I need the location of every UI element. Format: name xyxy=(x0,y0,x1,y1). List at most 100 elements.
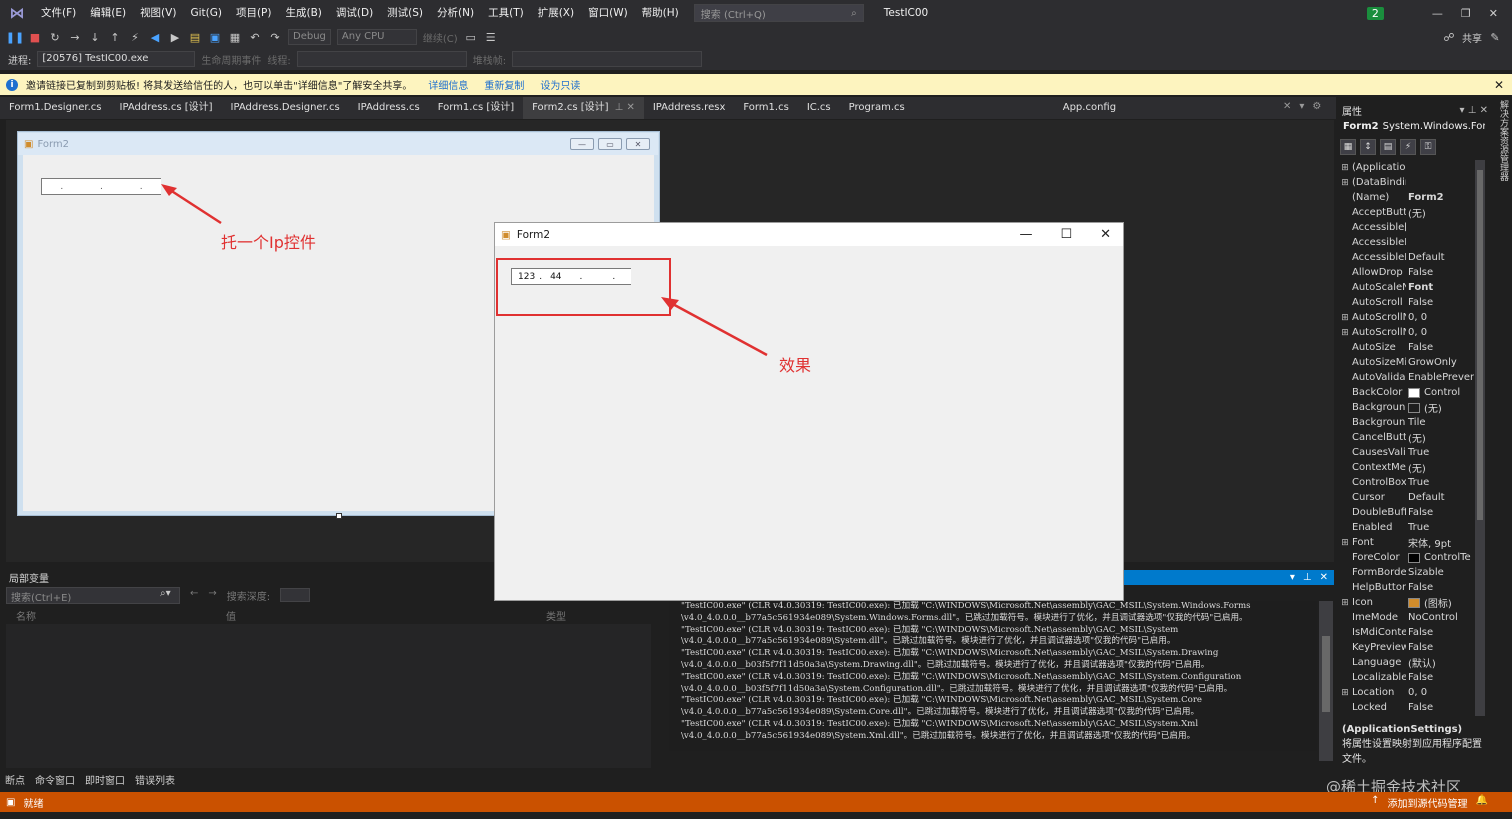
readonly-link[interactable]: 设为只读 xyxy=(540,77,580,92)
property-row[interactable]: ⊞ Icon (图标) xyxy=(1338,595,1474,610)
folder-icon[interactable]: ▭ xyxy=(464,30,478,44)
property-value[interactable]: Control xyxy=(1406,387,1474,398)
property-value[interactable]: False xyxy=(1406,627,1474,638)
expand-icon[interactable]: ⊞ xyxy=(1338,313,1352,323)
chevron-down-icon[interactable]: ▾ xyxy=(1299,101,1304,112)
property-value[interactable]: (无) xyxy=(1406,400,1474,415)
ip-address-control-design[interactable]: . . . xyxy=(41,178,161,195)
save-all-icon[interactable]: ▦ xyxy=(228,30,242,44)
property-value[interactable]: (无) xyxy=(1406,205,1474,220)
property-row[interactable]: AccessibleN xyxy=(1338,235,1474,250)
document-tab[interactable]: Form1.cs [设计] xyxy=(429,97,523,119)
property-value[interactable]: False xyxy=(1406,297,1474,308)
property-row[interactable]: ForeColor ControlTe xyxy=(1338,550,1474,565)
property-row[interactable]: AutoSizeMi GrowOnly xyxy=(1338,355,1474,370)
menu-item[interactable]: 编辑(E) xyxy=(83,0,133,26)
property-row[interactable]: IsMdiConte False xyxy=(1338,625,1474,640)
expand-icon[interactable]: ⊞ xyxy=(1338,328,1352,338)
property-value[interactable]: (图标) xyxy=(1406,595,1474,610)
expand-icon[interactable]: ⊞ xyxy=(1338,163,1352,173)
property-row[interactable]: ⊞ (Applicatio xyxy=(1338,160,1474,175)
close-icon[interactable]: ✕ xyxy=(1320,572,1328,583)
col-value[interactable]: 值 xyxy=(226,608,546,623)
property-row[interactable]: (Name) Form2 xyxy=(1338,190,1474,205)
property-value[interactable]: False xyxy=(1406,702,1474,713)
forward-icon[interactable]: ▶ xyxy=(168,30,182,44)
share-button[interactable]: 共享 xyxy=(1462,30,1482,45)
thread-select[interactable] xyxy=(296,51,467,67)
property-value[interactable]: 宋体, 9pt xyxy=(1406,535,1474,550)
property-row[interactable]: CausesVali True xyxy=(1338,445,1474,460)
property-value[interactable]: (默认) xyxy=(1406,655,1474,670)
property-value[interactable]: True xyxy=(1406,447,1474,458)
property-row[interactable]: HelpButton False xyxy=(1338,580,1474,595)
minimize-icon[interactable]: — xyxy=(1432,7,1443,20)
property-value[interactable]: False xyxy=(1406,267,1474,278)
property-value[interactable]: Default xyxy=(1406,252,1474,263)
properties-object-selector[interactable]: Form2 System.Windows.Forn xyxy=(1340,121,1485,137)
property-row[interactable]: AccessibleF Default xyxy=(1338,250,1474,265)
solution-explorer-tab[interactable]: 解决方案资源管理器 xyxy=(1492,100,1510,300)
close-icon[interactable]: ✕ xyxy=(1489,7,1498,20)
property-value[interactable]: 0, 0 xyxy=(1406,327,1474,338)
back-icon[interactable]: ← xyxy=(190,588,198,603)
categorized-icon[interactable]: ▦ xyxy=(1340,139,1356,155)
align-icon[interactable]: ☰ xyxy=(484,30,498,44)
recopy-link[interactable]: 重新复制 xyxy=(484,77,524,92)
undo-icon[interactable]: ↶ xyxy=(248,30,262,44)
property-row[interactable]: AutoValida EnablePrevent xyxy=(1338,370,1474,385)
property-value[interactable]: NoControl xyxy=(1406,612,1474,623)
document-tab[interactable]: IPAddress.cs xyxy=(349,97,429,119)
menu-item[interactable]: 文件(F) xyxy=(34,0,83,26)
property-value[interactable]: False xyxy=(1406,642,1474,653)
document-tab[interactable]: App.config xyxy=(1054,97,1125,119)
step-over-icon[interactable]: → xyxy=(68,30,82,44)
pin-icon[interactable]: ⊥ xyxy=(1303,572,1312,583)
search-box[interactable]: 搜索 (Ctrl+Q) ⌕ xyxy=(693,4,864,22)
close-icon[interactable]: ✕ xyxy=(1283,101,1291,112)
step-into-icon[interactable]: ↓ xyxy=(88,30,102,44)
menu-item[interactable]: 工具(T) xyxy=(481,0,531,26)
document-tab[interactable]: Form1.cs xyxy=(734,97,797,119)
property-value[interactable]: 0, 0 xyxy=(1406,687,1474,698)
property-value[interactable]: (无) xyxy=(1406,460,1474,475)
minimize-icon[interactable]: — xyxy=(1019,227,1032,242)
property-value[interactable]: GrowOnly xyxy=(1406,357,1474,368)
property-value[interactable]: False xyxy=(1406,507,1474,518)
platform-select[interactable]: Any CPU xyxy=(336,29,417,45)
document-tab[interactable]: Program.cs xyxy=(840,97,914,119)
menu-item[interactable]: 窗口(W) xyxy=(581,0,635,26)
maximize-icon[interactable]: ☐ xyxy=(1060,227,1072,242)
property-row[interactable]: ⊞ AutoScrollN 0, 0 xyxy=(1338,310,1474,325)
step-out-icon[interactable]: ↑ xyxy=(108,30,122,44)
property-row[interactable]: DoubleBuff False xyxy=(1338,505,1474,520)
col-name[interactable]: 名称 xyxy=(6,608,226,623)
property-row[interactable]: ⊞ (DataBindir xyxy=(1338,175,1474,190)
property-row[interactable]: Accessible[ xyxy=(1338,220,1474,235)
menu-item[interactable]: 视图(V) xyxy=(133,0,183,26)
document-tab[interactable]: IPAddress.Designer.cs xyxy=(222,97,349,119)
property-value[interactable]: False xyxy=(1406,342,1474,353)
process-select[interactable]: [20576] TestIC00.exe xyxy=(37,51,196,67)
expand-icon[interactable]: ⊞ xyxy=(1338,688,1352,698)
property-row[interactable]: AutoScroll False xyxy=(1338,295,1474,310)
locals-search-input[interactable]: 搜索(Ctrl+E) xyxy=(6,587,180,604)
property-value[interactable]: True xyxy=(1406,522,1474,533)
property-row[interactable]: Localizable False xyxy=(1338,670,1474,685)
property-value[interactable]: ControlTe xyxy=(1406,552,1474,563)
menu-item[interactable]: Git(G) xyxy=(183,0,229,26)
property-row[interactable]: Enabled True xyxy=(1338,520,1474,535)
menu-item[interactable]: 测试(S) xyxy=(380,0,430,26)
close-icon[interactable]: ✕ xyxy=(1100,227,1111,242)
notification-badge[interactable]: 2 xyxy=(1366,6,1384,20)
property-row[interactable]: Cursor Default xyxy=(1338,490,1474,505)
restart-icon[interactable]: ↻ xyxy=(48,30,62,44)
search-depth-select[interactable] xyxy=(280,588,311,602)
feedback-icon[interactable]: ✎ xyxy=(1488,30,1502,44)
property-value[interactable]: EnablePrevent xyxy=(1406,372,1474,383)
bell-icon[interactable]: 🔔 xyxy=(1476,795,1488,810)
property-row[interactable]: ImeMode NoControl xyxy=(1338,610,1474,625)
search-icon[interactable]: ⌕▾ xyxy=(160,588,171,599)
stop-icon[interactable]: ■ xyxy=(28,30,42,44)
properties-scroll-thumb[interactable] xyxy=(1477,170,1483,520)
